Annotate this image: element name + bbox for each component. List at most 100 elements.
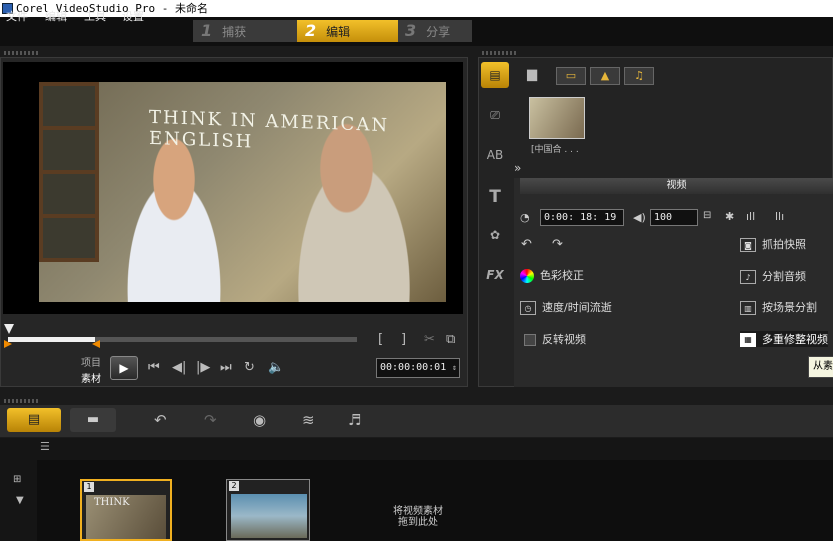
split-audio-icon: ♪ <box>740 270 756 284</box>
text-tab-icon[interactable]: T <box>481 184 509 210</box>
mute-icon[interactable]: ✱ <box>725 210 734 223</box>
record-capture-icon[interactable]: ◉ <box>253 411 266 429</box>
tab-edit[interactable]: 2 编辑 <box>297 20 398 42</box>
camera-icon: ◙ <box>740 238 756 252</box>
split-audio-option[interactable]: ♪ 分割音频 <box>740 268 806 284</box>
tab-share-label: 分享 <box>426 25 451 39</box>
mode-clip[interactable]: 素材 <box>81 370 101 385</box>
reverse-option[interactable]: 反转视频 <box>524 331 586 347</box>
mode-project[interactable]: 项目 <box>81 354 101 369</box>
graphics-tab-icon[interactable]: ✿ <box>481 222 509 248</box>
fade-out-icon[interactable]: llı <box>775 210 784 223</box>
tab-edit-num: 2 <box>305 21 317 40</box>
split-scene-label: 按场景分割 <box>762 301 817 314</box>
duration-field[interactable]: 0:00: 18: 19 <box>540 209 624 226</box>
color-wheel-icon <box>520 269 534 283</box>
timecode-field[interactable]: 00:00:00:01 ⇕ <box>376 358 460 378</box>
video-frame: THINK IN AMERICAN ENGLISH <box>39 82 446 302</box>
library-thumbnail[interactable] <box>529 97 585 139</box>
scissors-icon[interactable]: ✂ <box>424 332 435 347</box>
timeline-view-button[interactable]: ▬ <box>70 408 116 432</box>
scrub-selection <box>8 337 95 342</box>
multi-trim-option[interactable]: ▦ 多重修整视频 <box>740 331 828 347</box>
volume-dropdown-icon[interactable]: ⊟ <box>703 210 711 221</box>
end-icon[interactable]: ⏭ <box>220 360 232 375</box>
repeat-icon[interactable]: ↻ <box>244 360 255 375</box>
tab-capture-num: 1 <box>201 21 213 40</box>
auto-music-icon[interactable]: ♬ <box>348 411 361 429</box>
clip-number: 2 <box>229 481 239 491</box>
tab-capture[interactable]: 1 捕获 <box>201 20 296 42</box>
clip-thumbnail <box>231 494 307 538</box>
panel-grip[interactable] <box>4 399 38 403</box>
duration-value: 0:00: 18: 19 <box>544 212 617 223</box>
window-frame <box>39 82 99 262</box>
panel-grip[interactable] <box>4 51 38 55</box>
expand-options-icon[interactable]: » <box>514 161 521 175</box>
speed-time-label: 速度/时间流逝 <box>542 301 612 314</box>
track-manager-icon[interactable]: ⊞ <box>13 474 21 485</box>
spinner-icon[interactable]: ⇕ <box>452 359 457 377</box>
menu-settings[interactable]: 设置 <box>122 8 144 24</box>
volume-icon[interactable]: 🔈 <box>268 360 284 375</box>
audio-mixer-icon[interactable]: ≋ <box>302 411 315 429</box>
storyboard-clip[interactable]: 1 THINK <box>80 479 172 541</box>
volume-value: 100 <box>654 212 673 223</box>
panel-grip[interactable] <box>482 51 516 55</box>
split-scene-icon: ▥ <box>740 301 756 315</box>
color-correct-option[interactable]: 色彩校正 <box>520 267 584 283</box>
storyboard-view-button[interactable]: ▤ <box>7 408 61 432</box>
speed-time-option[interactable]: ◷ 速度/时间流逝 <box>520 299 612 315</box>
person-left <box>109 137 239 302</box>
clock-icon: ◔ <box>520 211 530 224</box>
mark-in-button[interactable]: [ <box>378 332 383 347</box>
undo-icon[interactable]: ↶ <box>154 411 167 429</box>
menu-file[interactable]: 文件 <box>6 8 28 24</box>
clip-number: 1 <box>84 482 94 492</box>
timecode-value: 00:00:00:01 <box>380 362 447 373</box>
mark-out-button[interactable]: ] <box>401 332 406 347</box>
menu-tools[interactable]: 工具 <box>84 8 106 24</box>
track-dropdown-icon[interactable]: ▼ <box>16 495 24 506</box>
tab-share-num: 3 <box>405 21 417 40</box>
multi-trim-label: 多重修整视频 <box>762 333 828 346</box>
audio-filter-button[interactable]: ♫ <box>624 67 654 85</box>
timeline-toolbar <box>0 405 833 437</box>
video-filter-button[interactable]: ▭ <box>556 67 586 85</box>
media-tab-icon[interactable]: ▤ <box>481 62 509 88</box>
enlarge-icon[interactable]: ⧉ <box>446 332 455 347</box>
photo-filter-button[interactable]: ▲ <box>590 67 620 85</box>
rotate-left-icon[interactable]: ↶ <box>521 237 532 252</box>
reverse-checkbox[interactable] <box>524 334 536 346</box>
clip-caption: THINK <box>94 497 130 508</box>
rotate-right-icon[interactable]: ↷ <box>552 237 563 252</box>
tab-share[interactable]: 3 分享 <box>405 20 472 42</box>
volume-field[interactable]: 100 <box>650 209 698 226</box>
transition-tab-icon[interactable]: ⎚ <box>481 102 509 128</box>
options-title: 视频 <box>520 178 833 194</box>
home-icon[interactable]: ⏮ <box>148 360 160 375</box>
reverse-label: 反转视频 <box>542 333 586 346</box>
tooltip: 从素 <box>808 356 833 378</box>
thumbnail-label: [中国合 . . . <box>531 145 579 155</box>
storyboard-clip[interactable]: 2 <box>226 479 310 541</box>
color-correct-label: 色彩校正 <box>540 269 584 282</box>
title-ab-tab-icon[interactable]: AB <box>481 142 509 168</box>
tooltip-text: 从素 <box>813 361 833 372</box>
next-frame-icon[interactable]: |▶ <box>196 360 210 375</box>
fade-in-icon[interactable]: ıll <box>746 210 755 223</box>
split-scene-option[interactable]: ▥ 按场景分割 <box>740 299 817 315</box>
track-list-icon[interactable]: ☰ <box>40 440 50 453</box>
prev-frame-icon[interactable]: ◀| <box>172 360 186 375</box>
play-button[interactable]: ▶ <box>110 356 138 380</box>
speed-icon: ◷ <box>520 301 536 315</box>
drop-hint: 将视频素材拖到此处 <box>393 506 443 528</box>
fx-tab-icon[interactable]: FX <box>481 262 509 288</box>
folder-icon[interactable]: ▆ <box>527 67 537 82</box>
split-audio-label: 分割音频 <box>762 270 806 283</box>
menu-edit[interactable]: 编辑 <box>45 8 67 24</box>
redo-icon[interactable]: ↷ <box>204 411 217 429</box>
tab-capture-label: 捕获 <box>222 25 247 39</box>
snapshot-option[interactable]: ◙ 抓拍快照 <box>740 236 806 252</box>
clip-thumbnail: THINK <box>86 495 166 539</box>
